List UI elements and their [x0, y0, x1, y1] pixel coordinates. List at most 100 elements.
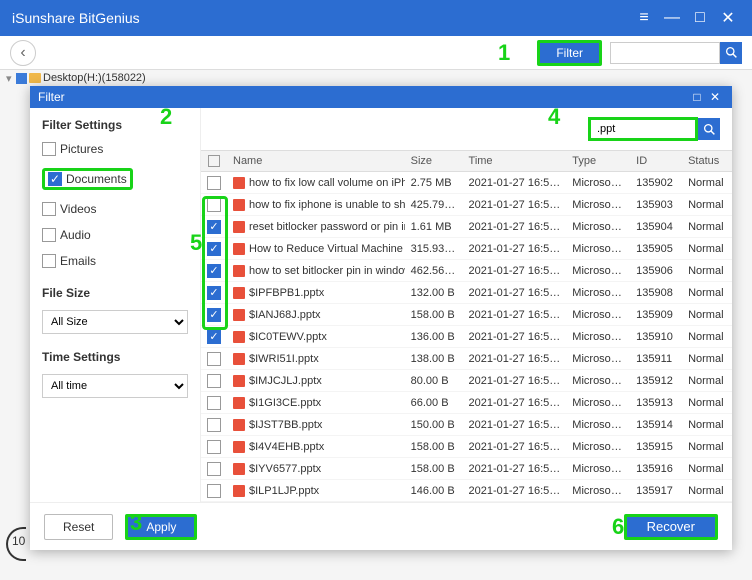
table-row[interactable]: ✓$IANJ68J.pptx158.00 B2021-01-27 16:55:3…: [201, 304, 732, 326]
pptx-icon: [233, 331, 245, 343]
row-checkbox[interactable]: [207, 418, 221, 432]
file-time: 2021-01-27 16:55:33: [463, 331, 567, 343]
col-status[interactable]: Status: [682, 155, 732, 167]
apply-button[interactable]: Apply: [125, 514, 197, 540]
filter-opt-videos[interactable]: Videos: [42, 202, 112, 216]
filter-search-button[interactable]: [698, 118, 720, 140]
select-all-checkbox[interactable]: [208, 155, 220, 167]
file-type: Microsoft P: [566, 243, 630, 255]
file-name: $IPFBPB1.pptx: [249, 287, 324, 299]
table-row[interactable]: $ILP1LJP.pptx146.00 B2021-01-27 16:55:33…: [201, 480, 732, 502]
table-row[interactable]: ✓$IPFBPB1.pptx132.00 B2021-01-27 16:55:3…: [201, 282, 732, 304]
col-type[interactable]: Type: [566, 155, 630, 167]
table-row[interactable]: $I4V4EHB.pptx158.00 B2021-01-27 16:55:33…: [201, 436, 732, 458]
file-status: Normal: [682, 331, 732, 343]
file-id: 135902: [630, 177, 682, 189]
row-checkbox[interactable]: [207, 352, 221, 366]
row-checkbox[interactable]: [207, 462, 221, 476]
file-size-select[interactable]: All Size: [42, 310, 188, 334]
table-row[interactable]: ✓reset bitlocker password or pin in wind…: [201, 216, 732, 238]
table-row[interactable]: ✓How to Reduce Virtual Machine Disk Size…: [201, 238, 732, 260]
file-type: Microsoft P: [566, 221, 630, 233]
pptx-icon: [233, 309, 245, 321]
table-row[interactable]: how to fix low call volume on iPhone.ppt…: [201, 172, 732, 194]
pptx-icon: [233, 243, 245, 255]
filter-button[interactable]: Filter: [537, 40, 602, 66]
file-status: Normal: [682, 463, 732, 475]
col-size[interactable]: Size: [405, 155, 463, 167]
file-name: $IWRI51I.pptx: [249, 353, 319, 365]
file-name: $IC0TEWV.pptx: [249, 331, 327, 343]
file-type: Microsoft P: [566, 199, 630, 211]
menu-icon[interactable]: ≡: [632, 6, 656, 30]
col-id[interactable]: ID: [630, 155, 682, 167]
file-size: 132.00 B: [405, 287, 463, 299]
filter-footer: Reset Apply Recover: [30, 502, 732, 550]
row-checkbox[interactable]: [207, 176, 221, 190]
filter-close-icon[interactable]: ✕: [706, 88, 724, 106]
file-name: How to Reduce Virtual Machine Disk Size: [249, 243, 405, 255]
tree-root-label: Desktop(H:)(158022): [43, 72, 146, 84]
filter-settings-title: Filter Settings: [42, 118, 188, 132]
file-time: 2021-01-27 16:55:33: [463, 309, 567, 321]
file-size: 462.56 KB: [405, 265, 463, 277]
filter-opt-emails[interactable]: Emails: [42, 254, 112, 268]
filter-maximize-icon[interactable]: □: [688, 88, 706, 106]
file-id: 135906: [630, 265, 682, 277]
col-name[interactable]: Name: [227, 155, 405, 167]
file-size: 80.00 B: [405, 375, 463, 387]
file-time: 2021-01-27 16:55:33: [463, 287, 567, 299]
row-checkbox[interactable]: [207, 484, 221, 498]
time-settings-select[interactable]: All time: [42, 374, 188, 398]
file-time: 2021-01-27 16:54:15: [463, 243, 567, 255]
table-row[interactable]: ✓how to set bitlocker pin in windows 10.…: [201, 260, 732, 282]
file-status: Normal: [682, 287, 732, 299]
row-checkbox[interactable]: [207, 374, 221, 388]
reset-button[interactable]: Reset: [44, 514, 113, 540]
table-row[interactable]: how to fix iphone is unable to share pho…: [201, 194, 732, 216]
file-type: Microsoft P: [566, 353, 630, 365]
filter-opt-audio[interactable]: Audio: [42, 228, 112, 242]
file-name: $IANJ68J.pptx: [249, 309, 321, 321]
file-time: 2021-01-27 16:55:33: [463, 397, 567, 409]
close-icon[interactable]: ✕: [716, 6, 740, 30]
pptx-icon: [233, 221, 245, 233]
file-size: 1.61 MB: [405, 221, 463, 233]
filter-settings: Filter Settings Pictures ✓Documents Vide…: [30, 108, 200, 502]
main-search-input[interactable]: [610, 42, 720, 64]
filter-opt-pictures[interactable]: Pictures: [42, 142, 112, 156]
tree-checkbox[interactable]: [16, 73, 27, 84]
table-row[interactable]: $IMJCJLJ.pptx80.00 B2021-01-27 16:55:33M…: [201, 370, 732, 392]
file-type: Microsoft P: [566, 331, 630, 343]
table-row[interactable]: $IWRI51I.pptx138.00 B2021-01-27 16:55:33…: [201, 348, 732, 370]
table-row[interactable]: $IYV6577.pptx158.00 B2021-01-27 16:55:33…: [201, 458, 732, 480]
col-time[interactable]: Time: [463, 155, 567, 167]
file-name: how to fix iphone is unable to share pho…: [249, 199, 405, 211]
recover-button[interactable]: Recover: [624, 514, 718, 540]
main-search-button[interactable]: [720, 42, 742, 64]
maximize-icon[interactable]: □: [688, 6, 712, 30]
file-type: Microsoft P: [566, 265, 630, 277]
row-checkbox[interactable]: [207, 440, 221, 454]
folder-icon: [29, 73, 41, 83]
file-id: 135911: [630, 353, 682, 365]
filter-opt-documents[interactable]: ✓Documents: [42, 168, 133, 190]
table-row[interactable]: $I1GI3CE.pptx66.00 B2021-01-27 16:55:33M…: [201, 392, 732, 414]
row-checkbox[interactable]: ✓: [207, 330, 221, 344]
scan-text: 10: [12, 534, 25, 548]
filter-panel: Filter □ ✕ Filter Settings Pictures ✓Doc…: [30, 86, 732, 550]
minimize-icon[interactable]: —: [660, 6, 684, 30]
file-name: $IMJCJLJ.pptx: [249, 375, 322, 387]
file-size-title: File Size: [42, 286, 188, 300]
row-checkbox[interactable]: [207, 396, 221, 410]
pptx-icon: [233, 265, 245, 277]
file-time: 2021-01-27 16:55:33: [463, 419, 567, 431]
filter-search-input[interactable]: [588, 117, 698, 141]
file-id: 135917: [630, 485, 682, 497]
table-row[interactable]: $IJST7BB.pptx150.00 B2021-01-27 16:55:33…: [201, 414, 732, 436]
file-id: 135914: [630, 419, 682, 431]
file-status: Normal: [682, 375, 732, 387]
back-button[interactable]: ‹: [10, 40, 36, 66]
file-status: Normal: [682, 243, 732, 255]
table-row[interactable]: ✓$IC0TEWV.pptx136.00 B2021-01-27 16:55:3…: [201, 326, 732, 348]
